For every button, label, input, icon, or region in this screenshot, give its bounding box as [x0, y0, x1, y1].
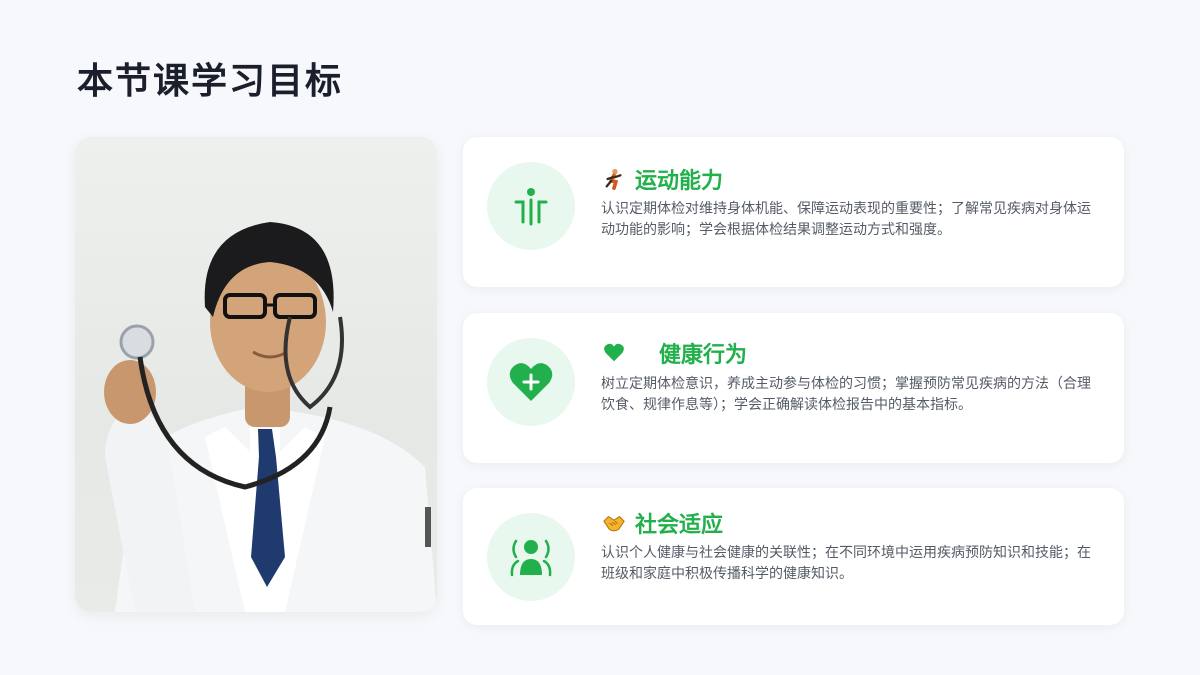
handshake-icon — [603, 515, 625, 532]
goal-title: 运动能力 — [635, 168, 724, 194]
goal-card-health-behavior: 健康行为 树立定期体检意识，养成主动参与体检的习惯；掌握预防常见疾病的方法（合理… — [463, 313, 1124, 463]
heart-plus-icon — [487, 338, 575, 426]
doctor-photo — [75, 137, 437, 612]
goal-description: 树立定期体检意识，养成主动参与体检的习惯；掌握预防常见疾病的方法（合理饮食、规律… — [601, 376, 1091, 413]
heart-icon — [604, 343, 624, 362]
running-person-icon — [605, 168, 622, 190]
goal-title: 健康行为 — [659, 342, 748, 368]
goal-description: 认识个人健康与社会健康的关联性；在不同环境中运用疾病预防知识和技能；在班级和家庭… — [601, 545, 1091, 582]
person-standing-icon — [487, 162, 575, 250]
goal-card-motor-ability: 运动能力 认识定期体检对维持身体机能、保障运动表现的重要性；了解常见疾病对身体运… — [463, 137, 1124, 287]
page-title: 本节课学习目标 — [77, 60, 344, 102]
goal-card-social-adaptation: 社会适应 认识个人健康与社会健康的关联性；在不同环境中运用疾病预防知识和技能；在… — [463, 488, 1124, 625]
goal-title: 社会适应 — [635, 512, 724, 538]
goal-description: 认识定期体检对维持身体机能、保障运动表现的重要性；了解常见疾病对身体运动功能的影… — [601, 201, 1091, 238]
person-broadcast-icon — [487, 513, 575, 601]
